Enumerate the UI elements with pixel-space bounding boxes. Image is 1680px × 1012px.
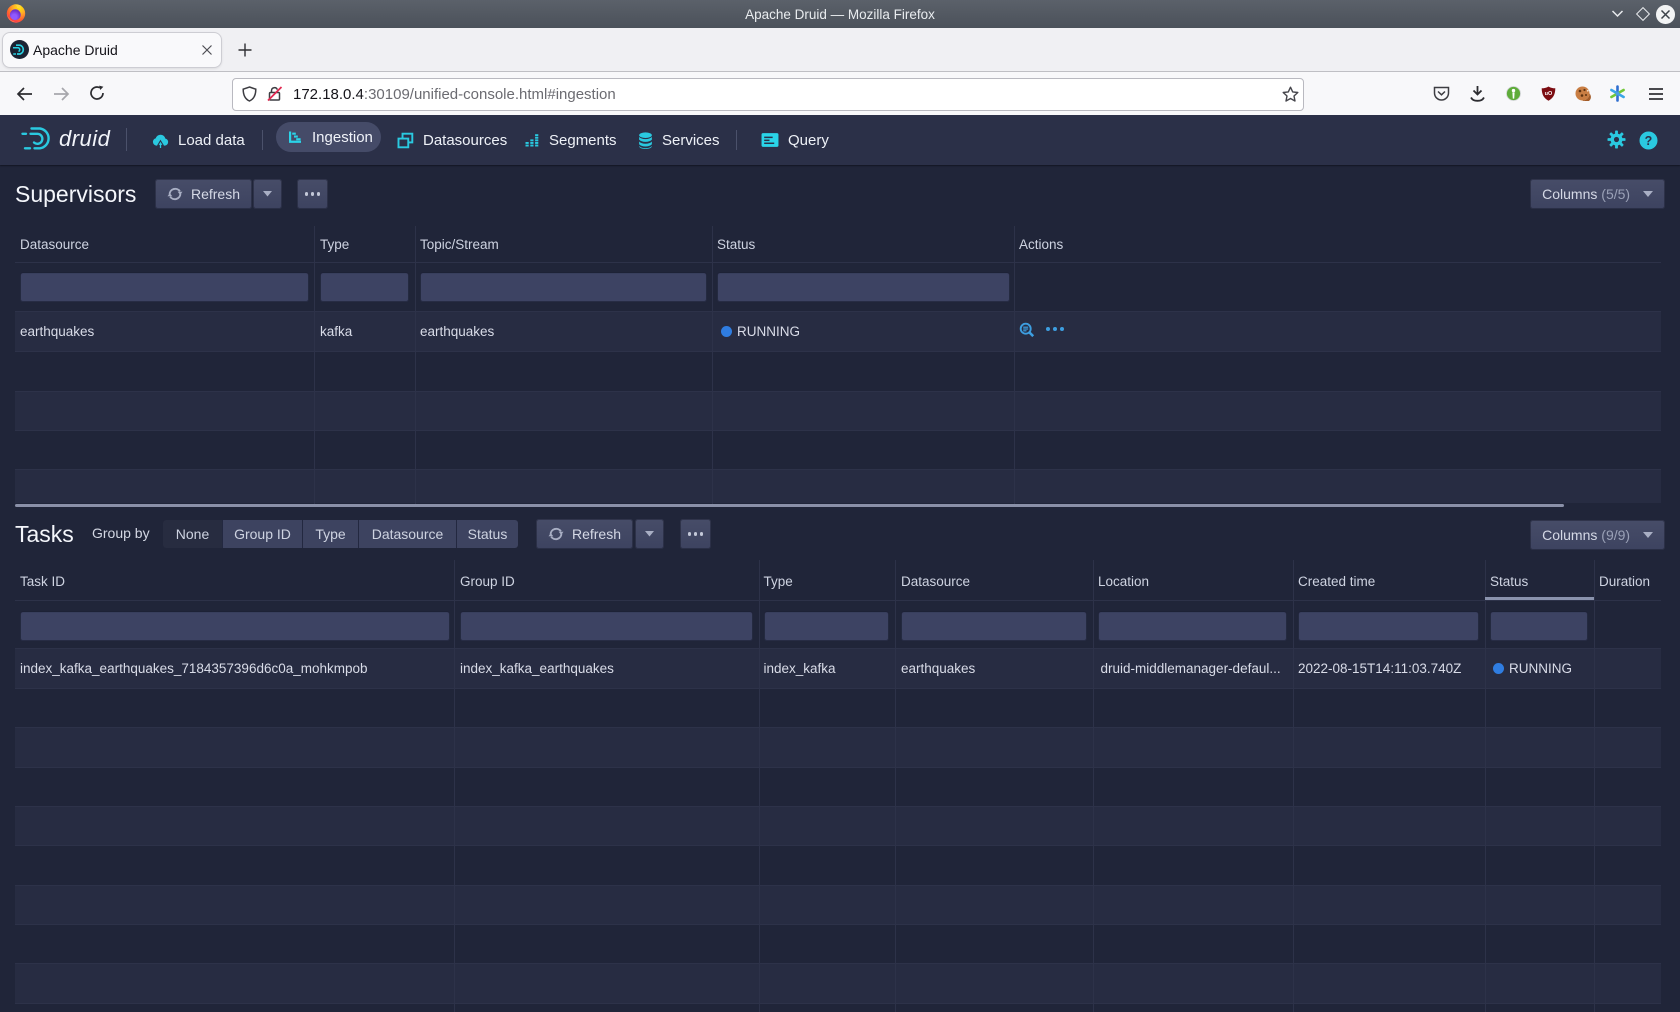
svg-text:uO: uO (1545, 91, 1553, 97)
svg-text:?: ? (1645, 134, 1653, 148)
